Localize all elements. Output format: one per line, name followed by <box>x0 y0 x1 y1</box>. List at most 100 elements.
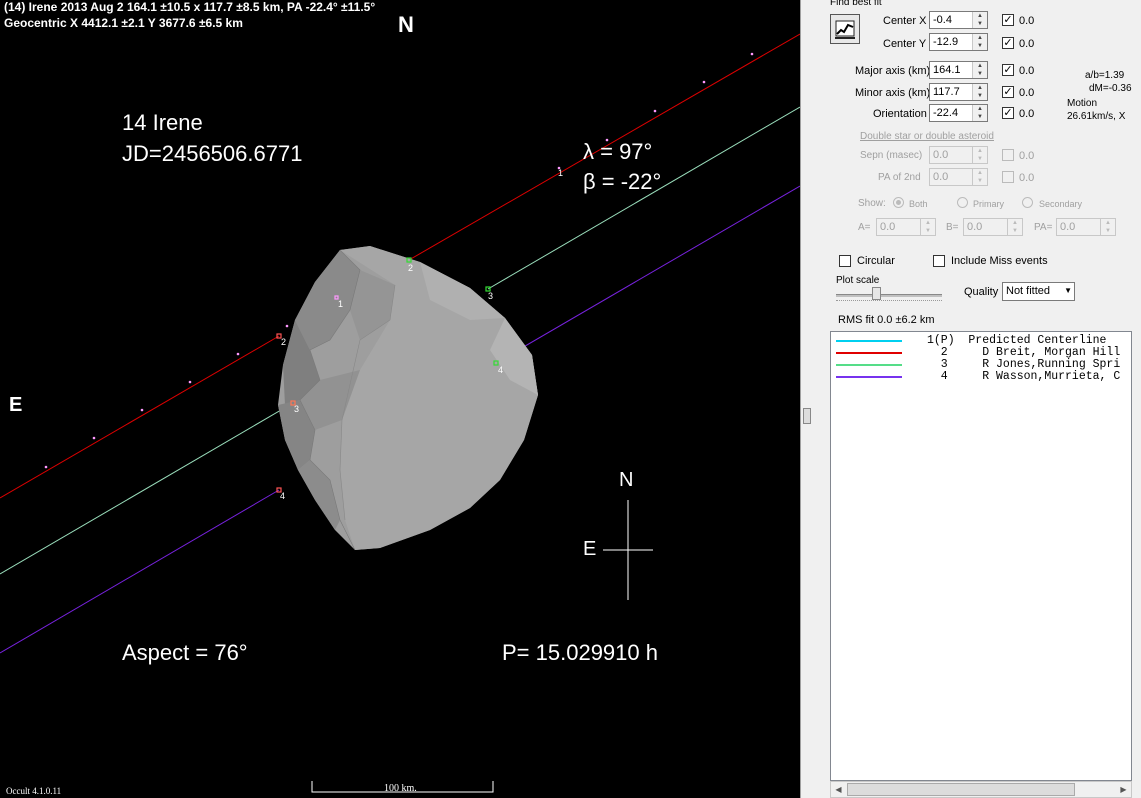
center-x-uncertainty: 0.0 <box>1019 15 1035 27</box>
version-label: Occult 4.1.0.11 <box>6 786 62 796</box>
chord-label-4-right: 4 <box>498 365 504 375</box>
legend-swatch <box>836 340 902 342</box>
chord-4-line-right <box>495 185 800 364</box>
chord-label-3-left: 3 <box>294 404 300 414</box>
observer-legend-list[interactable]: 1(P) Predicted Centerline 2 D Breit, Mor… <box>830 331 1132 781</box>
minor-axis-input[interactable]: 117.7 ▲ ▼ <box>929 83 988 101</box>
asteroid-shape-model <box>278 246 538 551</box>
plot-scale-thumb[interactable] <box>872 287 881 300</box>
include-miss-label: Include Miss events <box>951 255 1048 267</box>
splitter-grip[interactable] <box>803 408 811 424</box>
pa-2nd-label: PA of 2nd <box>878 172 921 183</box>
compass-east: E <box>583 538 597 560</box>
sepn-uncertainty: 0.0 <box>1019 150 1035 162</box>
find-best-fit-label: Find best fit <box>830 0 882 8</box>
legend-swatch <box>836 376 902 378</box>
orientation-checkbox[interactable]: ✓ <box>1002 107 1014 119</box>
chord-label-4-left: 4 <box>280 491 286 501</box>
period-value: P= 15.029910 h <box>502 640 658 665</box>
center-x-label: Center X <box>883 15 927 27</box>
chord-label-2-right: 2 <box>408 263 414 273</box>
orientation-input[interactable]: -22.4 ▲ ▼ <box>929 104 988 122</box>
scale-label: 100 km. <box>384 783 417 794</box>
a-input[interactable]: 0.0 ▲ ▼ <box>876 218 936 236</box>
aspect-value: Aspect = 76° <box>122 640 248 665</box>
legend-swatch <box>836 352 902 354</box>
rms-fit-label: RMS fit 0.0 ±6.2 km <box>838 314 935 326</box>
east-label-left: E <box>9 394 23 416</box>
minor-axis-label: Minor axis (km) <box>855 87 931 99</box>
pa-2nd-input[interactable]: 0.0 ▲ ▼ <box>929 168 988 186</box>
chord-label-1-right: 1 <box>558 168 564 178</box>
plot-scale-slider[interactable] <box>836 287 942 302</box>
major-axis-uncertainty: 0.0 <box>1019 65 1035 77</box>
major-axis-label: Major axis (km) <box>855 65 931 77</box>
sepn-label: Sepn (masec) <box>860 150 923 161</box>
motion-label: Motion <box>1067 98 1098 109</box>
beta-value: β = -22° <box>583 169 662 194</box>
julian-date: JD=2456506.6771 <box>122 141 303 166</box>
chevron-down-icon: ▼ <box>1064 286 1072 295</box>
scroll-right-icon[interactable]: ▶ <box>1116 782 1131 797</box>
pa-2nd-uncertainty: 0.0 <box>1019 172 1035 184</box>
splitter-bar[interactable] <box>800 0 812 798</box>
occultation-plot: (14) Irene 2013 Aug 2 164.1 ±10.5 x 117.… <box>0 0 800 798</box>
center-y-input[interactable]: -12.9 ▲ ▼ <box>929 33 988 51</box>
circular-label: Circular <box>857 255 895 267</box>
b-label: B= <box>946 222 959 233</box>
fit-chart-icon <box>835 20 855 39</box>
chord-2-line <box>0 335 280 499</box>
pa-input[interactable]: 0.0 ▲ ▼ <box>1056 218 1116 236</box>
scroll-left-icon[interactable]: ◀ <box>831 782 846 797</box>
header-line-1: (14) Irene 2013 Aug 2 164.1 ±10.5 x 117.… <box>4 0 376 14</box>
fit-control-panel: Find best fit Center X -0.4 ▲ ▼ ✓ 0.0 Cent… <box>812 0 1141 798</box>
minor-axis-checkbox[interactable]: ✓ <box>1002 86 1014 98</box>
chord-4-line <box>0 489 280 654</box>
chord-3-line-right <box>487 106 800 290</box>
center-y-uncertainty: 0.0 <box>1019 38 1035 50</box>
quality-select[interactable]: Not fitted ▼ <box>1002 282 1075 301</box>
chord-label-3-right: 3 <box>488 291 494 301</box>
scroll-thumb[interactable] <box>847 783 1075 796</box>
pa-2nd-checkbox[interactable] <box>1002 171 1014 183</box>
minor-axis-uncertainty: 0.0 <box>1019 87 1035 99</box>
find-best-fit-button[interactable] <box>830 14 860 44</box>
chord-label-1-left: 1 <box>338 299 344 309</box>
orientation-label: Orientation <box>873 108 927 120</box>
show-secondary-label: Secondary <box>1039 199 1083 209</box>
b-input[interactable]: 0.0 ▲ ▼ <box>963 218 1023 236</box>
show-primary-label: Primary <box>973 199 1004 209</box>
plot-scale-label: Plot scale <box>836 275 880 286</box>
orientation-uncertainty: 0.0 <box>1019 108 1035 120</box>
center-x-input[interactable]: -0.4 ▲ ▼ <box>929 11 988 29</box>
pa-label: PA= <box>1034 222 1053 233</box>
motion-value: 26.61km/s, X <box>1067 111 1126 122</box>
include-miss-checkbox[interactable] <box>933 255 945 267</box>
legend-row[interactable]: 4 R Wasson,Murrieta, C <box>831 371 1131 383</box>
north-label-top: N <box>398 12 414 37</box>
header-line-2: Geocentric X 4412.1 ±2.1 Y 3677.6 ±6.5 k… <box>4 16 243 30</box>
show-both-radio[interactable] <box>893 197 904 208</box>
sepn-checkbox[interactable] <box>1002 149 1014 161</box>
chord-label-2-left: 2 <box>281 337 287 347</box>
sepn-input[interactable]: 0.0 ▲ ▼ <box>929 146 988 164</box>
plot-canvas <box>0 33 800 793</box>
legend-horizontal-scrollbar[interactable]: ◀ ▶ <box>830 781 1132 798</box>
lambda-value: λ = 97° <box>583 139 653 164</box>
circular-checkbox[interactable] <box>839 255 851 267</box>
major-axis-input[interactable]: 164.1 ▲ ▼ <box>929 61 988 79</box>
a-label: A= <box>858 222 871 233</box>
center-y-checkbox[interactable]: ✓ <box>1002 37 1014 49</box>
chord-3-line <box>0 402 294 575</box>
show-label: Show: <box>858 198 886 209</box>
show-secondary-radio[interactable] <box>1022 197 1033 208</box>
quality-label: Quality <box>964 286 999 298</box>
major-axis-checkbox[interactable]: ✓ <box>1002 64 1014 76</box>
ab-ratio: a/b=1.39 <box>1085 70 1125 81</box>
dm-value: dM=-0.36 <box>1089 83 1132 94</box>
center-x-checkbox[interactable]: ✓ <box>1002 14 1014 26</box>
center-y-label: Center Y <box>883 38 927 50</box>
asteroid-name: 14 Irene <box>122 110 203 135</box>
show-primary-radio[interactable] <box>957 197 968 208</box>
show-both-label: Both <box>909 199 928 209</box>
